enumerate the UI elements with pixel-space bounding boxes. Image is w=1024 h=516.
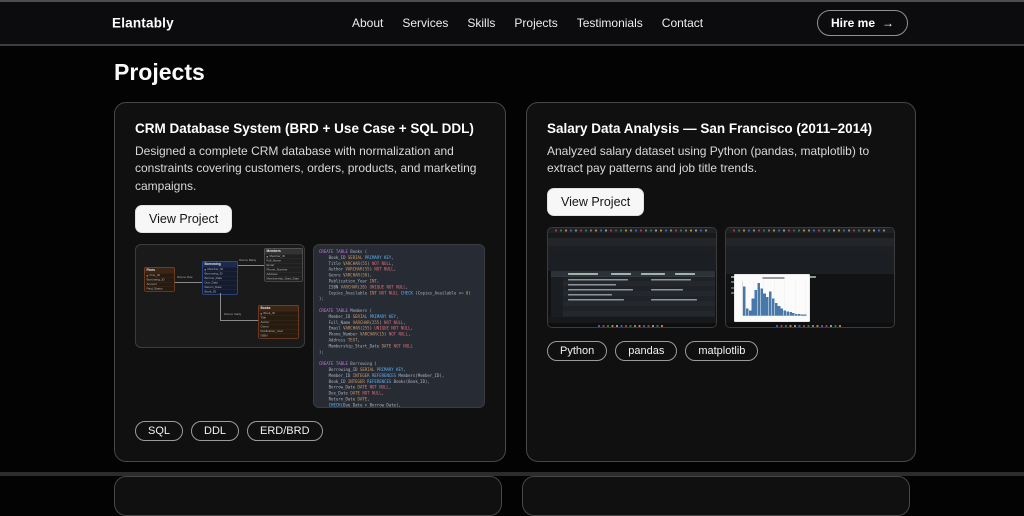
hire-me-button[interactable]: Hire me →: [816, 10, 908, 36]
nav-link-testimonials[interactable]: Testimonials: [577, 16, 643, 30]
notebook-histogram-screenshot[interactable]: [725, 226, 895, 328]
projects-grid-row2: [114, 476, 910, 516]
ide-status-bar: [548, 316, 716, 323]
project-card-partial: [114, 476, 502, 516]
project-tags: Python pandas matplotlib: [547, 340, 895, 361]
erd-field: Paid_Status: [144, 286, 175, 292]
tag-erd-brd: ERD/BRD: [247, 421, 323, 442]
taskbar: [726, 322, 894, 327]
erd-connector: [238, 265, 264, 267]
tag-python: Python: [547, 340, 608, 361]
project-description: Designed a complete CRM database with no…: [135, 144, 477, 193]
erd-field: Membership_Start_Date: [264, 276, 303, 282]
dataframe-table: [551, 270, 715, 317]
erd-relation-label: One to many: [224, 313, 242, 317]
salary-histogram-chart: [734, 273, 810, 322]
project-title: Salary Data Analysis — San Francisco (20…: [547, 121, 873, 136]
nav-link-services[interactable]: Services: [402, 16, 448, 30]
erd-connector: [175, 282, 202, 284]
project-tags: SQL DDL ERD/BRD: [135, 421, 485, 442]
view-project-button[interactable]: View Project: [135, 205, 233, 234]
nav-link-projects[interactable]: Projects: [514, 16, 557, 30]
project-card-partial: [522, 476, 910, 516]
project-images: [547, 226, 895, 328]
erd-entity-fines: Fines Fine_ID Borrowing_ID Amount Paid_Stat…: [144, 267, 175, 292]
histogram-bars: [742, 280, 807, 316]
project-title: CRM Database System (BRD + Use Case + SQ…: [135, 121, 474, 136]
tag-ddl: DDL: [191, 421, 240, 442]
hire-me-label: Hire me: [830, 16, 875, 30]
sql-ddl-image[interactable]: CREATE TABLE Books ( Book_ID SERIAL PRIM…: [313, 244, 485, 409]
ide-toolbar: [726, 237, 894, 255]
project-card-salary: Salary Data Analysis — San Francisco (20…: [526, 102, 916, 463]
erd-entity-members: Members Member_ID Full_Name Email Phone_Num…: [264, 248, 303, 282]
arrow-right-icon: →: [882, 16, 894, 30]
tag-pandas: pandas: [615, 340, 678, 361]
erd-entity-borrowing: Borrowing Member_ID Borrowing_ID Borrow_Da…: [202, 261, 238, 295]
erd-diagram-image[interactable]: Fines Fine_ID Borrowing_ID Amount Paid_Stat…: [135, 244, 305, 349]
erd-entity-books: Books Book_ID Title Author Genre Publication…: [258, 305, 299, 339]
erd-relation-label: One to Many: [239, 259, 257, 263]
tag-sql: SQL: [135, 421, 184, 442]
ide-toolbar: [548, 237, 716, 255]
erd-connector: [220, 320, 258, 322]
window-bottom-edge: [0, 472, 1024, 476]
sql-code: CREATE TABLE Books ( Book_ID SERIAL PRIM…: [319, 249, 471, 408]
code-cell: [726, 249, 894, 294]
project-description: Analyzed salary dataset using Python (pa…: [547, 144, 870, 176]
nav-link-about[interactable]: About: [352, 16, 383, 30]
nav-link-contact[interactable]: Contact: [662, 16, 703, 30]
project-images: Fines Fine_ID Borrowing_ID Amount Paid_Stat…: [135, 244, 485, 409]
projects-grid: CRM Database System (BRD + Use Case + SQ…: [114, 102, 916, 463]
top-navbar: Elantably About Services Skills Projects…: [0, 2, 1024, 46]
tag-matplotlib: matplotlib: [685, 340, 759, 361]
view-project-button[interactable]: View Project: [547, 187, 645, 216]
erd-connector: [220, 293, 221, 322]
taskbar: [548, 322, 716, 327]
erd-field: ISBN: [258, 333, 299, 339]
notebook-dataframe-screenshot[interactable]: [547, 226, 717, 328]
nav-links: About Services Skills Projects Testimoni…: [352, 16, 703, 30]
chart-title-bar: [762, 276, 785, 279]
code-cell: [548, 249, 716, 288]
page-title: Projects: [114, 59, 205, 85]
erd-relation-label: One to One: [177, 276, 193, 280]
projects-section: Projects CRM Database System (BRD + Use …: [114, 59, 916, 516]
nav-link-skills[interactable]: Skills: [467, 16, 495, 30]
brand-logo[interactable]: Elantably: [112, 16, 174, 31]
project-card-crm: CRM Database System (BRD + Use Case + SQ…: [114, 102, 506, 463]
